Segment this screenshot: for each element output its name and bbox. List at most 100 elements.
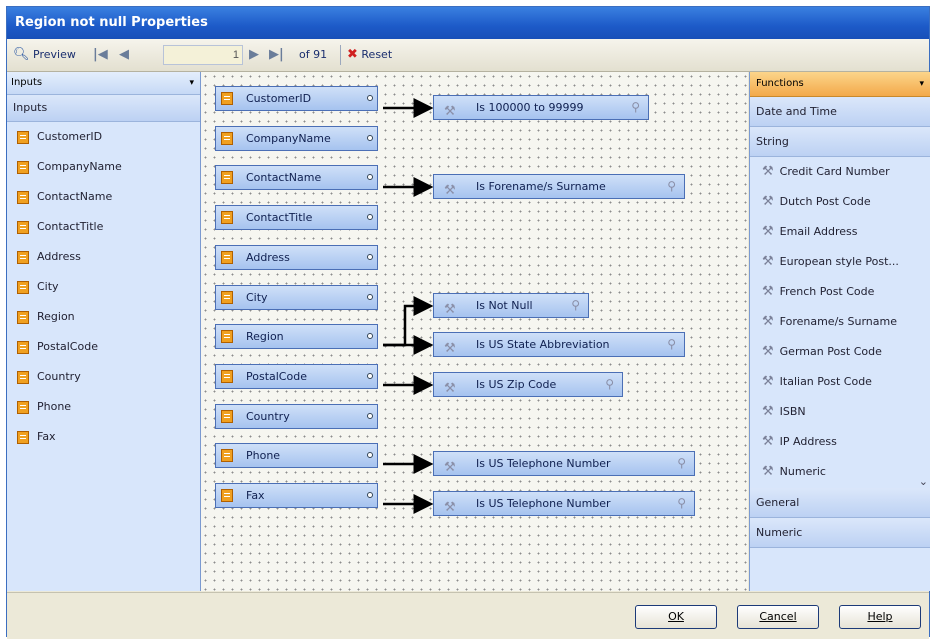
connector-region-notnull bbox=[383, 296, 434, 347]
input-item[interactable]: City bbox=[7, 272, 200, 302]
input-item[interactable]: Phone bbox=[7, 392, 200, 422]
table-field-icon bbox=[17, 430, 29, 444]
output-port-icon[interactable] bbox=[367, 134, 373, 141]
output-port-icon[interactable] bbox=[367, 452, 373, 459]
inputs-group-header[interactable]: Inputs bbox=[7, 95, 200, 122]
properties-icon[interactable]: ⚲ bbox=[605, 373, 614, 396]
input-item[interactable]: Region bbox=[7, 302, 200, 332]
input-node-label: ContactName bbox=[246, 171, 322, 185]
string-function-label: German Post Code bbox=[779, 345, 882, 358]
input-item[interactable]: ContactTitle bbox=[7, 212, 200, 242]
properties-icon[interactable]: ⚲ bbox=[677, 452, 686, 475]
input-node-label: Phone bbox=[246, 449, 281, 463]
group-general[interactable]: General bbox=[750, 488, 930, 518]
wrench-icon: ⚒ bbox=[762, 284, 774, 299]
function-node-label: Is US State Abbreviation bbox=[476, 338, 610, 351]
input-item[interactable]: Country bbox=[7, 362, 200, 392]
input-item[interactable]: Fax bbox=[7, 422, 200, 452]
ok-button[interactable]: OK bbox=[635, 605, 717, 629]
input-node[interactable]: Country bbox=[215, 403, 378, 429]
string-function-item[interactable]: ⚒ IP Address bbox=[750, 427, 930, 457]
page-number-input[interactable] bbox=[163, 45, 243, 65]
input-node[interactable]: PostalCode bbox=[215, 363, 378, 389]
string-function-item[interactable]: ⚒ Dutch Post Code bbox=[750, 187, 930, 217]
string-function-item[interactable]: ⚒ Forename/s Surname bbox=[750, 307, 930, 337]
output-port-icon[interactable] bbox=[367, 492, 373, 498]
input-node[interactable]: Phone bbox=[215, 443, 378, 469]
string-function-item[interactable]: ⚒Swedish Phone Nu... bbox=[750, 487, 930, 488]
output-port-icon[interactable] bbox=[367, 253, 373, 260]
properties-icon[interactable]: ⚲ bbox=[677, 492, 686, 515]
string-function-label: Numeric bbox=[779, 465, 826, 478]
magnifier-icon: 🔍︎ bbox=[13, 47, 30, 62]
wrench-icon: ⚒ bbox=[444, 183, 456, 198]
help-button[interactable]: Help bbox=[839, 605, 921, 629]
function-node[interactable]: ⚒ Is US Zip Code ⚲ bbox=[433, 372, 623, 397]
properties-icon[interactable]: ⚲ bbox=[667, 333, 676, 356]
input-node-label: City bbox=[246, 290, 268, 304]
input-node[interactable]: CompanyName bbox=[215, 125, 378, 151]
properties-icon[interactable]: ⚲ bbox=[631, 96, 640, 119]
function-node[interactable]: ⚒ Is 100000 to 99999 ⚲ bbox=[433, 95, 649, 120]
string-function-item[interactable]: ⚒ ISBN bbox=[750, 397, 930, 427]
pin-icon[interactable]: ▾ bbox=[189, 72, 194, 94]
string-function-item[interactable]: ⚒ French Post Code bbox=[750, 277, 930, 307]
next-page-icon[interactable]: ▶ bbox=[249, 39, 259, 71]
design-canvas[interactable]: CustomerID CompanyName ContactName ContactT… bbox=[201, 72, 748, 591]
last-page-icon[interactable]: ▶| bbox=[269, 39, 284, 71]
input-item[interactable]: ContactName bbox=[7, 182, 200, 212]
output-port-icon[interactable] bbox=[367, 95, 373, 101]
output-port-icon[interactable] bbox=[367, 412, 373, 419]
reset-button[interactable]: ✖ Reset bbox=[347, 39, 392, 71]
function-node[interactable]: ⚒ Is US Telephone Number ⚲ bbox=[433, 451, 695, 476]
input-item[interactable]: CustomerID bbox=[7, 122, 200, 152]
string-function-label: Italian Post Code bbox=[779, 375, 872, 388]
input-node[interactable]: Address bbox=[215, 244, 378, 270]
group-date-and-time[interactable]: Date and Time bbox=[750, 97, 930, 127]
preview-label: Preview bbox=[33, 48, 76, 61]
table-field-icon bbox=[17, 160, 29, 174]
cancel-button[interactable]: Cancel bbox=[737, 605, 819, 629]
output-port-icon[interactable] bbox=[367, 333, 373, 340]
output-port-icon[interactable] bbox=[367, 293, 373, 300]
input-item[interactable]: PostalCode bbox=[7, 332, 200, 362]
dialog-footer: OK Cancel Help bbox=[7, 592, 929, 639]
input-node-label: ContactTitle bbox=[246, 211, 313, 225]
input-node[interactable]: ContactName bbox=[215, 165, 378, 191]
input-node[interactable]: Region bbox=[215, 324, 378, 350]
string-function-item[interactable]: ⚒ European style Post... bbox=[750, 247, 930, 277]
input-node[interactable]: CustomerID bbox=[215, 86, 378, 111]
first-page-icon[interactable]: |◀ bbox=[93, 39, 108, 71]
input-node[interactable]: City bbox=[215, 284, 378, 310]
wrench-icon: ⚒ bbox=[444, 460, 456, 475]
input-item-label: PostalCode bbox=[37, 340, 98, 353]
group-numeric[interactable]: Numeric bbox=[750, 518, 930, 548]
function-node[interactable]: ⚒ Is Not Null ⚲ bbox=[433, 293, 589, 318]
table-field-icon bbox=[221, 290, 233, 304]
input-item[interactable]: Address bbox=[7, 242, 200, 272]
input-node[interactable]: ContactTitle bbox=[215, 205, 378, 231]
string-function-item[interactable]: ⚒ Email Address bbox=[750, 217, 930, 247]
function-node[interactable]: ⚒ Is US State Abbreviation ⚲ bbox=[433, 332, 685, 357]
string-function-item[interactable]: ⚒ German Post Code bbox=[750, 337, 930, 367]
scroll-down-icon[interactable]: ⌄ bbox=[919, 475, 928, 488]
output-port-icon[interactable] bbox=[367, 174, 373, 181]
string-function-item[interactable]: ⚒ Italian Post Code bbox=[750, 367, 930, 397]
input-node[interactable]: Fax bbox=[215, 483, 378, 508]
pin-icon[interactable]: ▾ bbox=[919, 72, 924, 96]
input-item-label: Address bbox=[37, 250, 81, 263]
properties-icon[interactable]: ⚲ bbox=[667, 175, 676, 198]
output-port-icon[interactable] bbox=[367, 214, 373, 221]
properties-icon[interactable]: ⚲ bbox=[571, 294, 580, 317]
input-item[interactable]: CompanyName bbox=[7, 152, 200, 182]
string-function-item[interactable]: ⚒ Numeric bbox=[750, 457, 930, 487]
group-string[interactable]: String bbox=[750, 127, 930, 157]
function-node[interactable]: ⚒ Is US Telephone Number ⚲ bbox=[433, 491, 695, 516]
prev-page-icon[interactable]: ◀ bbox=[119, 39, 129, 71]
function-node[interactable]: ⚒ Is Forename/s Surname ⚲ bbox=[433, 174, 685, 199]
preview-button[interactable]: 🔍︎ Preview bbox=[13, 39, 76, 71]
output-port-icon[interactable] bbox=[367, 372, 373, 379]
string-function-item[interactable]: ⚒ Credit Card Number bbox=[750, 157, 930, 187]
functions-panel-header: Functions ▾ bbox=[750, 72, 930, 97]
wrench-icon: ⚒ bbox=[444, 381, 456, 396]
